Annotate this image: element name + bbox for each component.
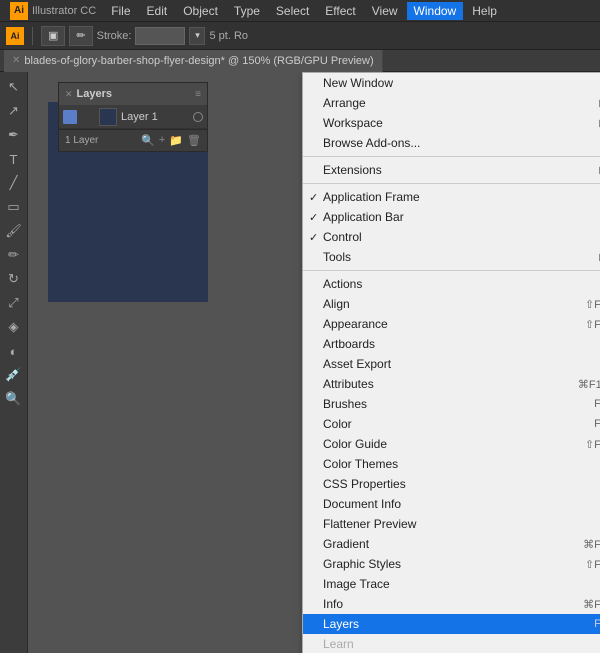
menu-gradient[interactable]: Gradient ⌘F9 bbox=[303, 534, 600, 554]
menu-align[interactable]: Align ⇧F7 bbox=[303, 294, 600, 314]
app-logo-area: Ai Illustrator CC bbox=[4, 2, 102, 20]
menu-graphic-styles[interactable]: Graphic Styles ⇧F5 bbox=[303, 554, 600, 574]
menu-document-info[interactable]: Document Info bbox=[303, 494, 600, 514]
toolbar-tool1[interactable]: ▣ bbox=[41, 26, 65, 46]
menu-color-guide[interactable]: Color Guide ⇧F3 bbox=[303, 434, 600, 454]
toolbar: Ai ▣ ✏ Stroke: ▾ 5 pt. Ro bbox=[0, 22, 600, 50]
menu-arrange[interactable]: Arrange ▶ bbox=[303, 93, 600, 113]
tabbar: ✕ blades-of-glory-barber-shop-flyer-desi… bbox=[0, 50, 600, 72]
menu-appearance[interactable]: Appearance ⇧F6 bbox=[303, 314, 600, 334]
menu-info[interactable]: Info ⌘F8 bbox=[303, 594, 600, 614]
menu-effect[interactable]: Effect bbox=[318, 2, 362, 20]
menubar: Ai Illustrator CC File Edit Object Type … bbox=[0, 0, 600, 22]
menu-extensions[interactable]: Extensions ▶ bbox=[303, 160, 600, 180]
layers-panel: ✕ Layers ≡ Layer 1 1 Layer 🔍 + 📁 bbox=[58, 82, 208, 152]
tool-direct[interactable]: ↗ bbox=[3, 100, 25, 122]
menu-tools[interactable]: Tools ▶ bbox=[303, 247, 600, 267]
tool-rotate[interactable]: ↻ bbox=[3, 268, 25, 290]
pt-label: 5 pt. Ro bbox=[209, 30, 248, 42]
menu-layers[interactable]: Layers F7 bbox=[303, 614, 600, 634]
menu-new-window[interactable]: New Window bbox=[303, 73, 600, 93]
menu-window[interactable]: Window bbox=[407, 2, 464, 20]
menu-help[interactable]: Help bbox=[465, 2, 504, 20]
document-tab[interactable]: ✕ blades-of-glory-barber-shop-flyer-desi… bbox=[4, 50, 383, 72]
stroke-color-box[interactable] bbox=[135, 27, 185, 45]
menu-divider2 bbox=[303, 183, 600, 184]
layers-count: 1 Layer bbox=[65, 135, 98, 146]
tool-line[interactable]: ╱ bbox=[3, 172, 25, 194]
menu-view[interactable]: View bbox=[365, 2, 405, 20]
menu-divider3 bbox=[303, 270, 600, 271]
layer-lock[interactable] bbox=[81, 110, 95, 124]
menu-flattener-preview[interactable]: Flattener Preview bbox=[303, 514, 600, 534]
tool-zoom[interactable]: 🔍 bbox=[3, 388, 25, 410]
menu-select[interactable]: Select bbox=[269, 2, 316, 20]
tab-close[interactable]: ✕ bbox=[12, 55, 20, 66]
menu-file[interactable]: File bbox=[104, 2, 137, 20]
menu-scroll[interactable]: New Window Arrange ▶ Workspace ▶ Browse … bbox=[303, 73, 600, 653]
menu-actions[interactable]: Actions bbox=[303, 274, 600, 294]
panel-ctrl-menu[interactable]: ≡ bbox=[195, 89, 201, 100]
tool-scale[interactable]: ⤢ bbox=[3, 292, 25, 314]
menu-color-themes[interactable]: Color Themes bbox=[303, 454, 600, 474]
menu-app-bar[interactable]: ✓ Application Bar bbox=[303, 207, 600, 227]
menu-edit[interactable]: Edit bbox=[140, 2, 175, 20]
tool-gradient[interactable]: ◐ bbox=[3, 340, 25, 362]
tool-blend[interactable]: ◈ bbox=[3, 316, 25, 338]
window-dropdown-menu: New Window Arrange ▶ Workspace ▶ Browse … bbox=[302, 72, 600, 653]
check-control: ✓ bbox=[309, 231, 318, 244]
tool-type[interactable]: T bbox=[3, 148, 25, 170]
menu-css-properties[interactable]: CSS Properties bbox=[303, 474, 600, 494]
tool-pen[interactable]: ✒ bbox=[3, 124, 25, 146]
menu-learn[interactable]: Learn bbox=[303, 634, 600, 653]
tool-select[interactable]: ↖ bbox=[3, 76, 25, 98]
layers-folder[interactable]: 📁 bbox=[169, 134, 183, 147]
stroke-dropdown[interactable]: ▾ bbox=[189, 27, 205, 45]
menu-app-frame[interactable]: ✓ Application Frame bbox=[303, 187, 600, 207]
tool-rect[interactable]: ▭ bbox=[3, 196, 25, 218]
layer-visibility[interactable] bbox=[63, 110, 77, 124]
left-tools: ↖ ↗ ✒ T ╱ ▭ 🖌 ✏ ↻ ⤢ ◈ ◐ 💉 🔍 bbox=[0, 72, 28, 653]
layer-name: Layer 1 bbox=[121, 111, 189, 123]
toolbar-ai-icon: Ai bbox=[6, 27, 24, 45]
layers-panel-title: Layers bbox=[77, 88, 112, 100]
menu-image-trace[interactable]: Image Trace bbox=[303, 574, 600, 594]
layers-panel-controls: ≡ bbox=[195, 89, 201, 100]
menu-type[interactable]: Type bbox=[227, 2, 267, 20]
layers-add[interactable]: + bbox=[159, 134, 165, 147]
canvas-area: ✕ Layers ≡ Layer 1 1 Layer 🔍 + 📁 bbox=[28, 72, 600, 653]
app-name: Illustrator CC bbox=[32, 5, 96, 17]
menu-workspace[interactable]: Workspace ▶ bbox=[303, 113, 600, 133]
main-area: ↖ ↗ ✒ T ╱ ▭ 🖌 ✏ ↻ ⤢ ◈ ◐ 💉 🔍 ✕ Layers ≡ bbox=[0, 72, 600, 653]
stroke-label: Stroke: bbox=[97, 30, 132, 42]
menu-divider1 bbox=[303, 156, 600, 157]
tool-pencil[interactable]: ✏ bbox=[3, 244, 25, 266]
menu-attributes[interactable]: Attributes ⌘F11 bbox=[303, 374, 600, 394]
toolbar-divider1 bbox=[32, 27, 33, 45]
layers-actions: 🔍 + 📁 🗑 bbox=[141, 134, 201, 147]
menu-brushes[interactable]: Brushes F5 bbox=[303, 394, 600, 414]
tab-label: blades-of-glory-barber-shop-flyer-design… bbox=[24, 55, 373, 67]
layers-panel-header: ✕ Layers ≡ bbox=[59, 83, 207, 105]
tool-paintbrush[interactable]: 🖌 bbox=[3, 220, 25, 242]
menu-control[interactable]: ✓ Control bbox=[303, 227, 600, 247]
menu-color[interactable]: Color F6 bbox=[303, 414, 600, 434]
menu-object[interactable]: Object bbox=[176, 2, 225, 20]
layers-search[interactable]: 🔍 bbox=[141, 134, 155, 147]
layer-thumbnail bbox=[99, 108, 117, 126]
layers-panel-footer: 1 Layer 🔍 + 📁 🗑 bbox=[59, 129, 207, 151]
check-app-frame: ✓ bbox=[309, 191, 318, 204]
layer-target[interactable] bbox=[193, 112, 203, 122]
layer-row[interactable]: Layer 1 bbox=[59, 105, 207, 129]
menu-asset-export[interactable]: Asset Export bbox=[303, 354, 600, 374]
app-logo: Ai bbox=[10, 2, 28, 20]
tool-eyedropper[interactable]: 💉 bbox=[3, 364, 25, 386]
menu-artboards[interactable]: Artboards bbox=[303, 334, 600, 354]
menu-browse-addons[interactable]: Browse Add-ons... bbox=[303, 133, 600, 153]
layers-delete[interactable]: 🗑 bbox=[187, 134, 201, 147]
check-app-bar: ✓ bbox=[309, 211, 318, 224]
toolbar-tool2[interactable]: ✏ bbox=[69, 26, 92, 46]
layers-panel-close[interactable]: ✕ bbox=[65, 89, 73, 100]
